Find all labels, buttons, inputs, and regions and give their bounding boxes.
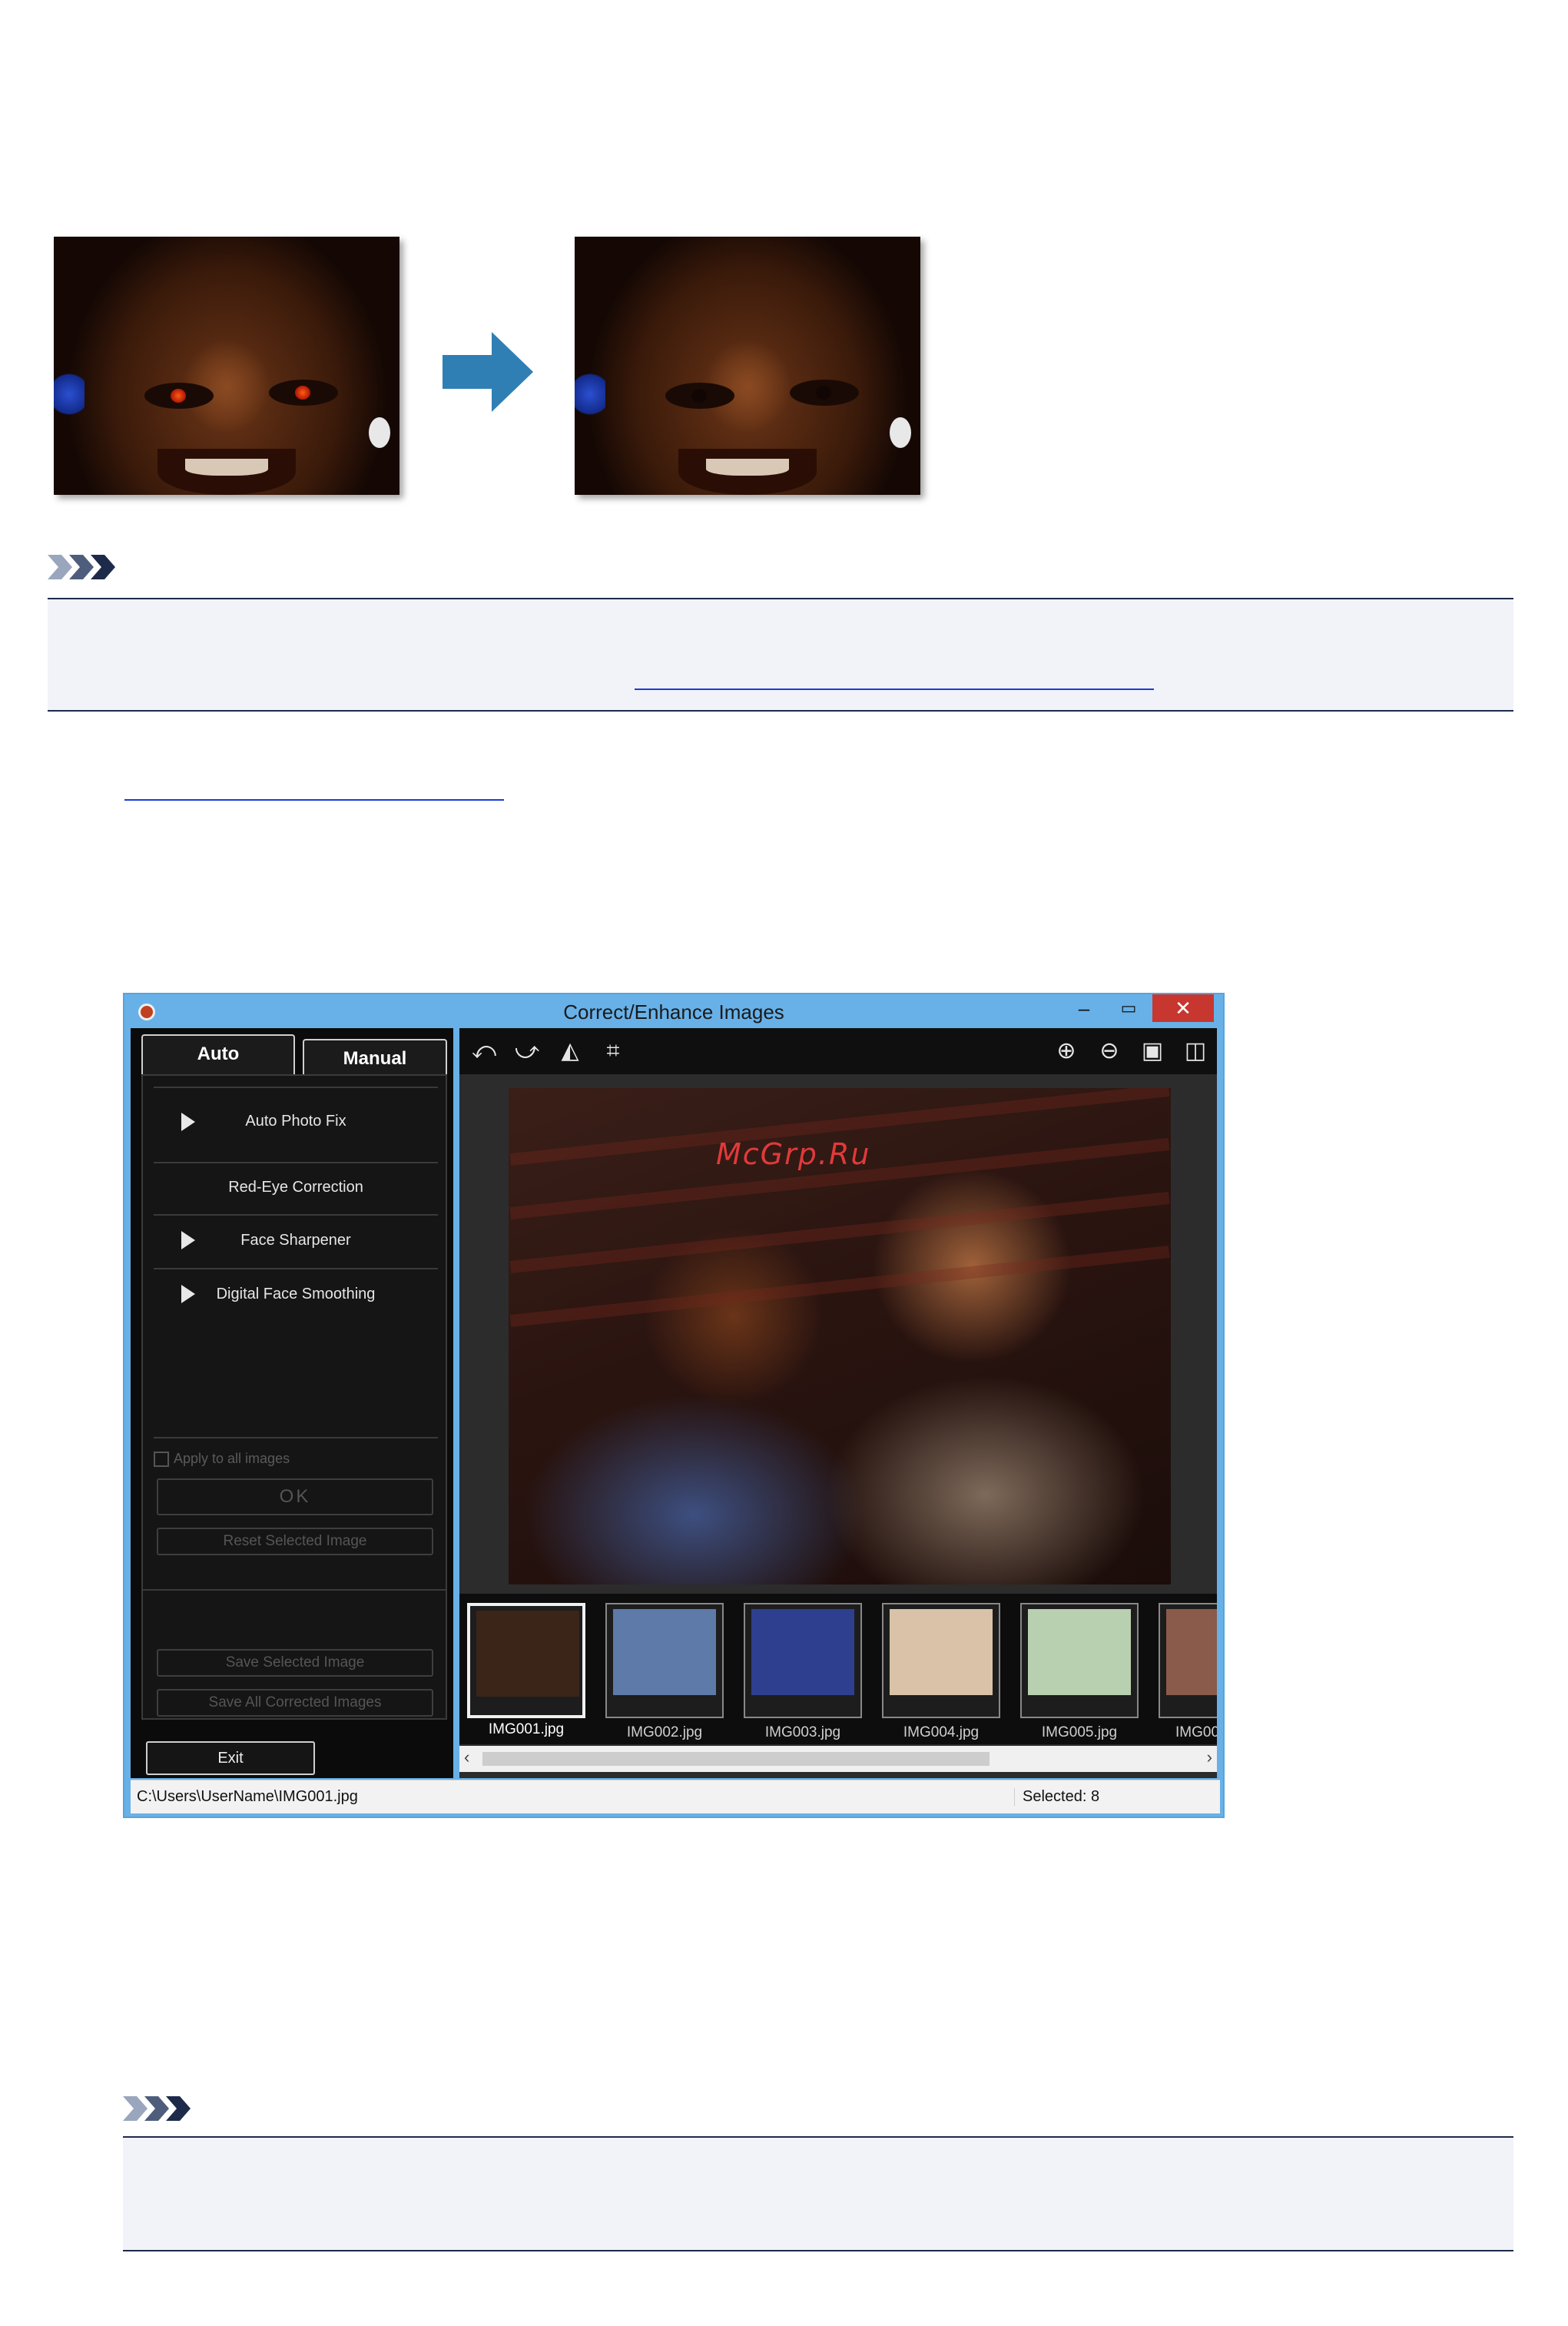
thumbnail-item[interactable]: IMG002.jpg xyxy=(605,1603,724,1740)
status-path: C:\Users\UserName\IMG001.jpg xyxy=(137,1788,358,1805)
thumbnail-item[interactable]: IMG005.jpg xyxy=(1020,1603,1139,1740)
thumbnail-image xyxy=(1166,1609,1217,1695)
title-bar: Correct/Enhance Images – ▭ ✕ xyxy=(124,994,1223,1028)
ok-button[interactable]: OK xyxy=(157,1478,433,1515)
thumbnail-label: IMG004.jpg xyxy=(903,1724,980,1740)
thumbnail-item[interactable]: IMG00 xyxy=(1159,1603,1217,1740)
thumbnail-item[interactable]: IMG003.jpg xyxy=(744,1603,862,1740)
menu-auto-photo-fix[interactable]: Auto Photo Fix xyxy=(154,1087,438,1160)
maximize-button[interactable]: ▭ xyxy=(1108,994,1149,1022)
thumbnail-strip: IMG001.jpg IMG002.jpg IMG003.jpg IMG004.… xyxy=(459,1594,1217,1744)
zoom-in-icon[interactable]: ⊕ xyxy=(1051,1037,1082,1065)
checkbox-icon xyxy=(154,1452,169,1468)
status-bar: C:\Users\UserName\IMG001.jpg Selected: 8 xyxy=(131,1780,1220,1813)
thumbnail-label: IMG003.jpg xyxy=(764,1724,841,1740)
minimize-button[interactable]: – xyxy=(1063,994,1105,1022)
crop-icon[interactable]: ⌗ xyxy=(598,1037,628,1065)
menu-red-eye-correction[interactable]: Red-Eye Correction xyxy=(154,1162,438,1213)
left-panel: Auto Manual Auto Photo Fix Red-Eye Corre… xyxy=(131,1028,453,1778)
flip-icon[interactable]: ◭ xyxy=(555,1037,585,1065)
thumbnail-image xyxy=(476,1611,579,1697)
save-selected-button[interactable]: Save Selected Image xyxy=(157,1649,433,1677)
divider xyxy=(143,1589,446,1591)
image-preview[interactable]: McGrp.Ru xyxy=(509,1088,1171,1584)
horizontal-scrollbar[interactable]: ‹ › xyxy=(459,1746,1217,1772)
play-icon xyxy=(181,1285,195,1303)
right-panel: ⤺ ⤻ ◭ ⌗ ⊕ ⊖ ▣ ◫ McGrp.Ru IMG001.jpg IMG0… xyxy=(459,1028,1217,1778)
rotate-left-icon[interactable]: ⤺ xyxy=(469,1037,499,1065)
after-photo xyxy=(575,237,920,495)
thumbnail-item[interactable]: IMG001.jpg xyxy=(467,1603,585,1737)
thumbnail-label: IMG001.jpg xyxy=(488,1721,565,1737)
note-box xyxy=(48,598,1513,712)
tab-auto[interactable]: Auto xyxy=(141,1034,295,1074)
note-icon xyxy=(48,555,115,579)
full-screen-icon[interactable]: ▣ xyxy=(1137,1037,1168,1065)
compare-icon[interactable]: ◫ xyxy=(1180,1037,1211,1065)
apply-all-label: Apply to all images xyxy=(174,1451,290,1466)
thumbnail-image xyxy=(751,1609,854,1695)
tab-manual[interactable]: Manual xyxy=(303,1039,447,1079)
status-selected-count: Selected: 8 xyxy=(1014,1788,1099,1806)
menu-face-sharpener[interactable]: Face Sharpener xyxy=(154,1214,438,1266)
save-all-button[interactable]: Save All Corrected Images xyxy=(157,1689,433,1717)
apply-all-checkbox[interactable]: Apply to all images xyxy=(154,1451,290,1468)
play-icon xyxy=(181,1113,195,1131)
thumbnail-label: IMG002.jpg xyxy=(626,1724,703,1740)
scroll-right-icon[interactable]: › xyxy=(1207,1747,1212,1767)
thumbnail-label: IMG00 xyxy=(1175,1724,1217,1740)
scroll-left-icon[interactable]: ‹ xyxy=(464,1747,469,1767)
note-icon xyxy=(123,2096,191,2121)
menu-label: Auto Photo Fix xyxy=(245,1113,346,1130)
thumbnail-image xyxy=(613,1609,716,1695)
auto-panel: Auto Photo Fix Red-Eye Correction Face S… xyxy=(141,1074,447,1720)
menu-digital-face-smoothing[interactable]: Digital Face Smoothing xyxy=(154,1268,438,1320)
scrollbar-thumb[interactable] xyxy=(482,1752,990,1766)
image-toolbar: ⤺ ⤻ ◭ ⌗ ⊕ ⊖ ▣ ◫ xyxy=(459,1028,1217,1074)
play-icon xyxy=(181,1231,195,1249)
exit-button[interactable]: Exit xyxy=(146,1741,315,1775)
window-title: Correct/Enhance Images xyxy=(563,1000,784,1024)
divider xyxy=(154,1437,438,1438)
app-window: Correct/Enhance Images – ▭ ✕ Auto Manual… xyxy=(123,993,1225,1818)
note-link[interactable] xyxy=(635,689,1154,690)
zoom-out-icon[interactable]: ⊖ xyxy=(1094,1037,1125,1065)
thumbnail-image xyxy=(890,1609,993,1695)
rotate-right-icon[interactable]: ⤻ xyxy=(512,1037,542,1065)
thumbnail-image xyxy=(1028,1609,1131,1695)
before-photo xyxy=(54,237,399,495)
menu-label: Red-Eye Correction xyxy=(228,1179,363,1196)
thumbnail-item[interactable]: IMG004.jpg xyxy=(882,1603,1000,1740)
menu-label: Face Sharpener xyxy=(240,1232,351,1249)
menu-label: Digital Face Smoothing xyxy=(216,1286,376,1302)
arrow-right-icon xyxy=(443,332,533,412)
reset-selected-button[interactable]: Reset Selected Image xyxy=(157,1528,433,1555)
watermark: McGrp.Ru xyxy=(716,1137,871,1171)
step-link[interactable] xyxy=(124,799,504,801)
thumbnail-label: IMG005.jpg xyxy=(1041,1724,1118,1740)
close-button[interactable]: ✕ xyxy=(1152,994,1214,1022)
note-box xyxy=(123,2136,1513,2251)
